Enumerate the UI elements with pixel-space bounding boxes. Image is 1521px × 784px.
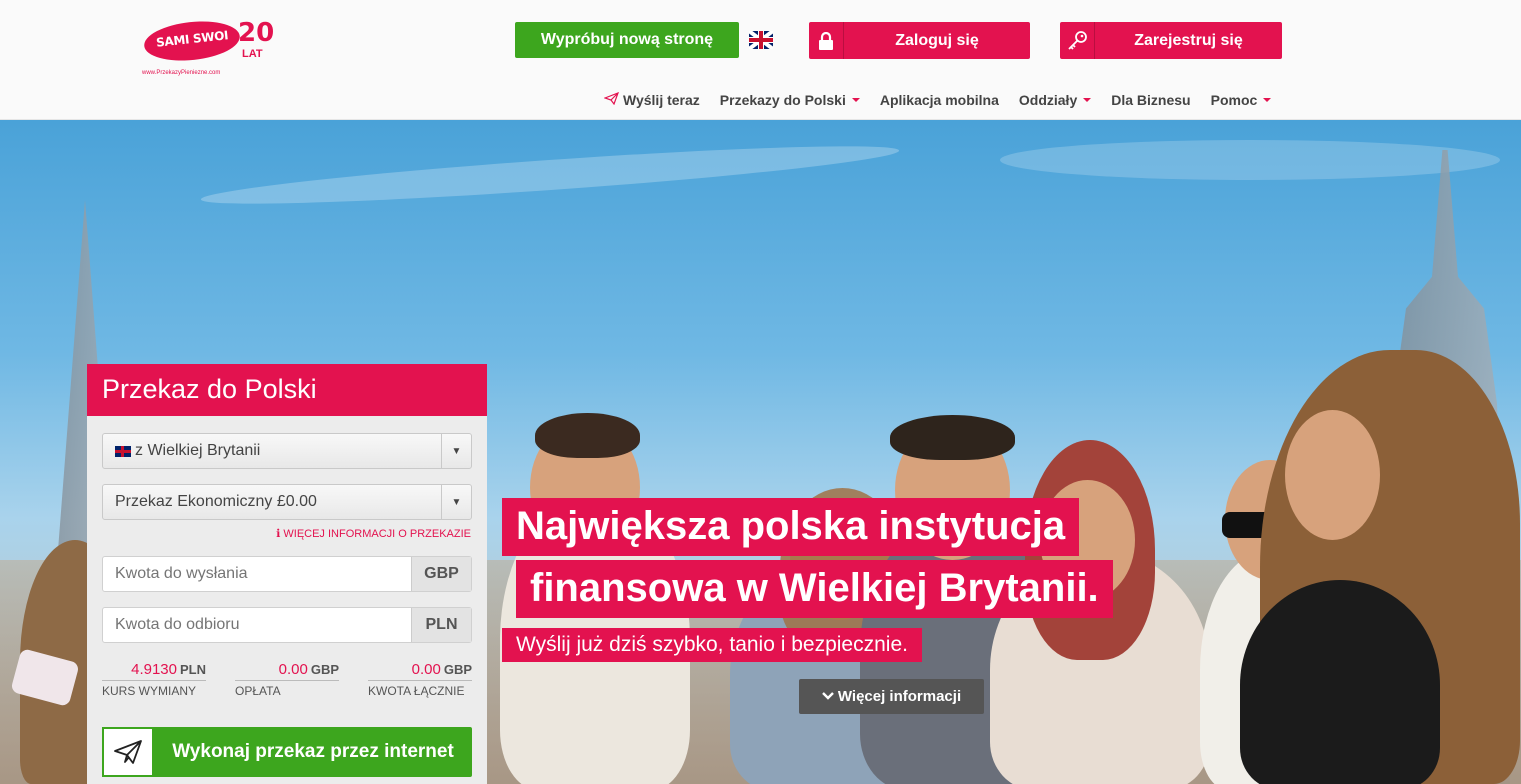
fee-value: 0.00 <box>278 661 308 678</box>
try-new-site-button[interactable]: Wypróbuj nową stronę <box>515 22 739 58</box>
receive-amount-input[interactable] <box>103 608 411 642</box>
logo[interactable]: SAMI SWOI 20 LAT www.PrzekazyPieniezne.c… <box>142 17 282 80</box>
register-label: Zarejestruj się <box>1134 31 1243 49</box>
caret-down-icon <box>851 98 860 102</box>
logo-site: www.PrzekazyPieniezne.com <box>142 70 221 76</box>
submit-transfer-button[interactable]: Wykonaj przekaz przez internet <box>102 727 472 777</box>
send-amount-input[interactable] <box>103 557 411 591</box>
fee-unit: GBP <box>310 662 339 677</box>
caret-down-icon <box>1263 98 1272 102</box>
paper-plane-icon <box>102 727 154 777</box>
transfer-panel: Przekaz do Polski z Wielkiej Brytanii ▼ … <box>87 364 487 784</box>
nav-branches[interactable]: Oddziały <box>1018 92 1092 108</box>
total-unit: GBP <box>443 662 472 677</box>
nav-business[interactable]: Dla Biznesu <box>1111 92 1190 108</box>
uk-flag-icon <box>115 445 131 457</box>
exchange-rate-unit: PLN <box>180 662 206 677</box>
nav-transfers-to-poland[interactable]: Przekazy do Polski <box>720 92 860 108</box>
total-value: 0.00 <box>411 661 441 678</box>
receive-currency: PLN <box>411 608 471 642</box>
nav-mobile-app[interactable]: Aplikacja mobilna <box>880 92 999 108</box>
fee-label: OPŁATA <box>235 684 281 698</box>
hero-headline-line2: finansowa w Wielkiej Brytanii. <box>516 560 1113 618</box>
chevron-down-icon <box>822 688 834 705</box>
main-nav: Wyślij teraz Przekazy do Polski Aplikacj… <box>603 90 1291 110</box>
uk-flag-icon[interactable] <box>749 31 773 49</box>
transfer-summary: 4.9130 PLN KURS WYMIANY 0.00 GBP OPŁATA 0.… <box>102 661 472 698</box>
transfer-type-select[interactable]: Przekaz Ekonomiczny £0.00 ▼ <box>102 484 472 520</box>
login-button[interactable]: Zaloguj się <box>809 22 1030 59</box>
nav-mobile-app-label: Aplikacja mobilna <box>879 92 999 108</box>
submit-transfer-label: Wykonaj przekaz przez internet <box>172 741 454 762</box>
send-amount-group: GBP <box>102 556 472 592</box>
country-select[interactable]: z Wielkiej Brytanii ▼ <box>102 433 472 469</box>
hero-subline: Wyślij już dziś szybko, tanio i bezpiecz… <box>502 628 922 662</box>
nav-help-label: Pomoc <box>1210 92 1258 108</box>
info-icon: ℹ <box>276 528 281 540</box>
dropdown-arrow-icon: ▼ <box>441 485 471 519</box>
site-header: SAMI SWOI 20 LAT www.PrzekazyPieniezne.c… <box>0 0 1521 120</box>
exchange-rate-value: 4.9130 <box>131 661 177 678</box>
nav-help[interactable]: Pomoc <box>1211 92 1272 108</box>
transfer-info-link[interactable]: ℹ WIĘCEJ INFORMACJI O PRZEKAZIE <box>276 527 471 540</box>
fee: 0.00 GBP OPŁATA <box>235 661 339 698</box>
login-label: Zaloguj się <box>895 31 979 49</box>
more-info-button[interactable]: Więcej informacji <box>799 679 984 714</box>
more-info-label: Więcej informacji <box>837 688 962 705</box>
logo-years: 20 <box>238 18 275 48</box>
total: 0.00 GBP KWOTA ŁĄCZNIE <box>368 661 472 698</box>
logo-years-label: LAT <box>242 48 263 60</box>
caret-down-icon <box>1083 98 1092 102</box>
transfer-info-label: WIĘCEJ INFORMACJI O PRZEKAZIE <box>283 528 471 540</box>
transfer-type-value: Przekaz Ekonomiczny £0.00 <box>115 493 317 510</box>
exchange-rate: 4.9130 PLN KURS WYMIANY <box>102 661 206 698</box>
hero-headline-line1: Największa polska instytucja <box>502 498 1080 556</box>
panel-title: Przekaz do Polski <box>87 364 487 416</box>
nav-transfers-label: Przekazy do Polski <box>719 92 846 108</box>
nav-send-now-label: Wyślij teraz <box>623 92 700 108</box>
nav-send-now[interactable]: Wyślij teraz <box>603 91 700 108</box>
key-icon <box>1060 22 1095 59</box>
total-label: KWOTA ŁĄCZNIE <box>368 684 465 698</box>
nav-business-label: Dla Biznesu <box>1111 92 1191 108</box>
nav-branches-label: Oddziały <box>1018 92 1078 108</box>
send-currency: GBP <box>411 557 471 591</box>
register-button[interactable]: Zarejestruj się <box>1060 22 1282 59</box>
receive-amount-group: PLN <box>102 607 472 643</box>
country-select-value: z Wielkiej Brytanii <box>135 442 261 459</box>
hero-headline: Największa polska instytucja finansowa w… <box>502 498 1202 618</box>
exchange-rate-label: KURS WYMIANY <box>102 684 197 698</box>
lock-icon <box>809 22 844 59</box>
paper-plane-icon <box>603 91 620 108</box>
dropdown-arrow-icon: ▼ <box>441 434 471 468</box>
